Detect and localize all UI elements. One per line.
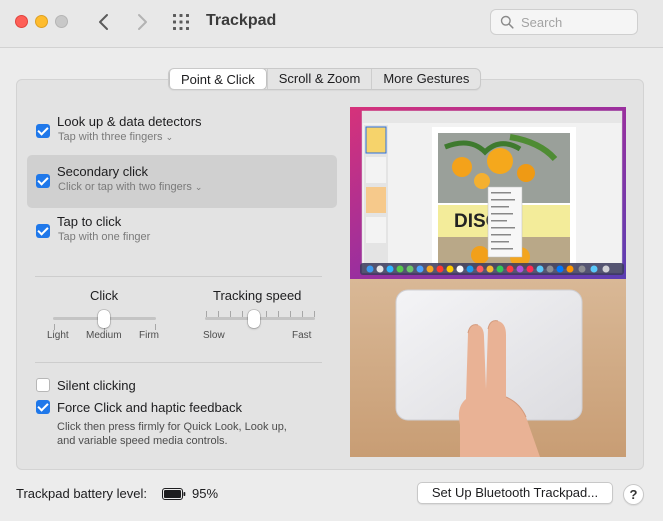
- setup-bluetooth-trackpad-button[interactable]: Set Up Bluetooth Trackpad...: [417, 482, 613, 504]
- show-all-grid-icon[interactable]: [172, 13, 190, 31]
- battery-level-value: 95%: [192, 486, 219, 501]
- tracking-speed-knob[interactable]: [248, 310, 260, 328]
- lookup-title: Look up & data detectors: [57, 114, 202, 129]
- lookup-gesture-dropdown[interactable]: Tap with three fingers ⌄: [58, 131, 173, 143]
- tracking-speed-label: Tracking speed: [213, 288, 302, 303]
- click-tick-label-light: Light: [47, 330, 69, 341]
- force-click-checkbox[interactable]: [36, 400, 50, 414]
- tracking-tick: [206, 311, 207, 317]
- title-bar: Trackpad: [0, 0, 663, 48]
- tap-to-click-subtitle: Tap with one finger: [58, 231, 151, 243]
- silent-clicking-label: Silent clicking: [57, 378, 136, 393]
- back-chevron-icon[interactable]: [94, 12, 114, 32]
- secondary-click-subtitle: Click or tap with two fingers: [58, 181, 192, 193]
- click-tick-label-firm: Firm: [139, 330, 159, 341]
- silent-clicking-checkbox[interactable]: [36, 378, 50, 392]
- click-slider-label: Click: [90, 288, 119, 303]
- secondary-click-checkbox[interactable]: [36, 174, 50, 188]
- click-tick-label-medium: Medium: [86, 330, 122, 341]
- force-click-label: Force Click and haptic feedback: [57, 400, 242, 415]
- search-icon: [500, 15, 514, 29]
- secondary-click-title: Secondary click: [57, 164, 149, 179]
- secondary-click-dropdown[interactable]: Click or tap with two fingers ⌄: [58, 181, 202, 193]
- battery-level-label: Trackpad battery level:: [16, 486, 148, 501]
- divider: [35, 276, 322, 277]
- search-field[interactable]: [490, 9, 638, 35]
- tab-scroll-zoom[interactable]: Scroll & Zoom: [266, 69, 372, 89]
- tracking-tick: [314, 311, 315, 317]
- chevron-down-icon: ⌄: [165, 132, 174, 142]
- search-input[interactable]: [519, 12, 631, 32]
- divider: [35, 362, 322, 363]
- chevron-down-icon: ⌄: [194, 182, 203, 192]
- tracking-speed-slider[interactable]: [205, 317, 315, 320]
- force-click-desc-line1: Click then press firmly for Quick Look, …: [57, 421, 287, 433]
- tracking-fast-label: Fast: [292, 330, 312, 341]
- zoom-window-button[interactable]: [55, 15, 68, 28]
- window-title: Trackpad: [206, 12, 277, 29]
- tracking-tick: [242, 311, 243, 317]
- tap-to-click-title: Tap to click: [57, 214, 122, 229]
- forward-chevron-icon[interactable]: [132, 12, 152, 32]
- close-window-button[interactable]: [15, 15, 28, 28]
- gesture-preview-image: DISCT: [350, 107, 626, 457]
- lookup-checkbox[interactable]: [36, 124, 50, 138]
- tab-bar: Point & Click Scroll & Zoom More Gesture…: [168, 68, 482, 90]
- minimize-window-button[interactable]: [35, 15, 48, 28]
- help-button[interactable]: ?: [623, 484, 644, 505]
- tracking-slow-label: Slow: [203, 330, 225, 341]
- force-click-desc-line2: and variable speed media controls.: [57, 435, 228, 447]
- tracking-tick: [230, 311, 231, 317]
- tab-more-gestures[interactable]: More Gestures: [371, 69, 480, 89]
- tab-point-click[interactable]: Point & Click: [169, 69, 267, 89]
- lookup-subtitle: Tap with three fingers: [58, 131, 163, 143]
- tracking-tick: [302, 311, 303, 317]
- force-click-description: Click then press firmly for Quick Look, …: [57, 420, 287, 448]
- battery-icon: [162, 488, 186, 500]
- tracking-tick: [290, 311, 291, 317]
- click-slider-knob[interactable]: [98, 310, 110, 328]
- tap-to-click-checkbox[interactable]: [36, 224, 50, 238]
- tracking-tick: [218, 311, 219, 317]
- tracking-tick: [266, 311, 267, 317]
- tracking-tick: [278, 311, 279, 317]
